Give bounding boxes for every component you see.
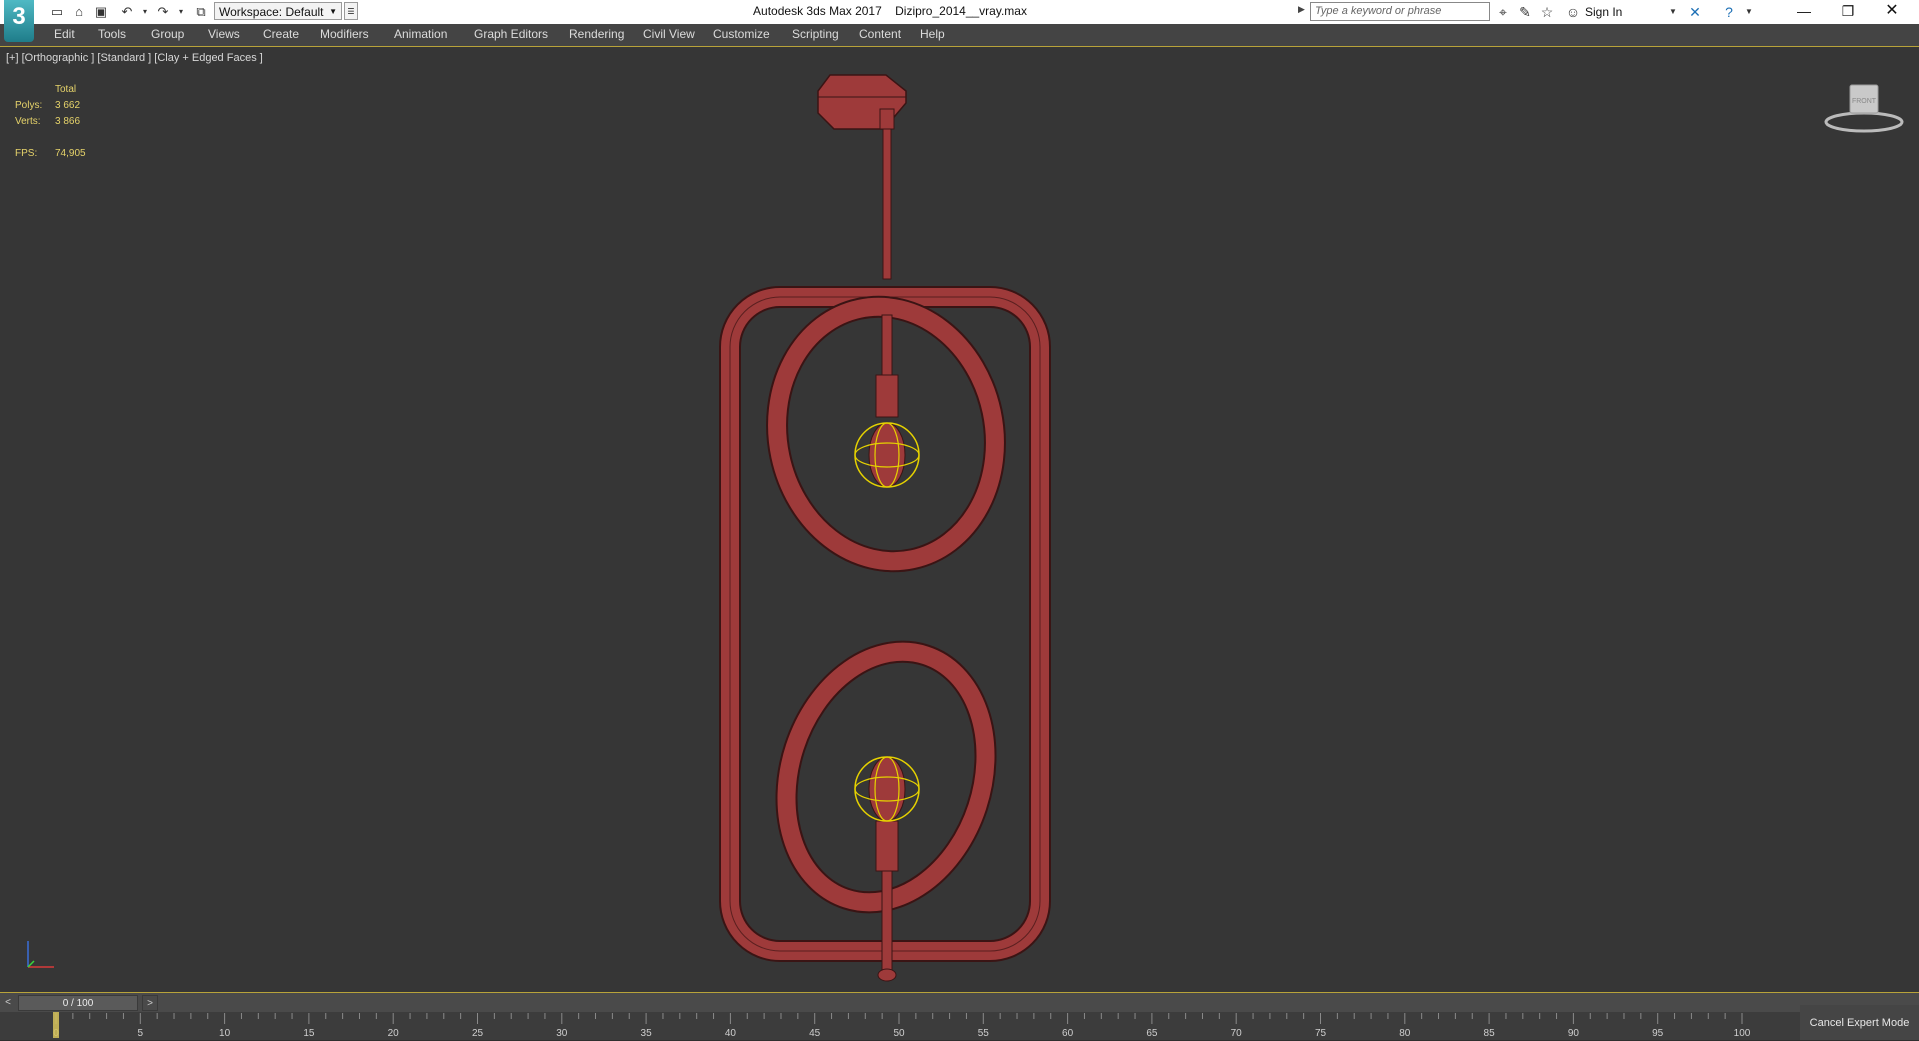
next-frame-button[interactable]: >	[142, 995, 158, 1011]
pendant-lamp-model[interactable]	[700, 57, 1080, 987]
undo-icon[interactable]: ↶	[118, 3, 136, 21]
ruler-tick-label: 15	[303, 1028, 315, 1039]
menu-civil-view[interactable]: Civil View	[643, 27, 695, 41]
quick-access-menu-button[interactable]: ☰	[344, 2, 358, 20]
suspension-rod[interactable]	[882, 128, 892, 280]
restore-icon[interactable]: ❐	[1826, 0, 1870, 24]
viewport-label-menu[interactable]: [+] [Orthographic ] [Standard ] [Clay + …	[6, 52, 263, 64]
stats-fps-label: FPS:	[15, 148, 38, 159]
app-logo-icon[interactable]: 3	[4, 0, 34, 42]
ruler-tick-label: 90	[1568, 1028, 1580, 1039]
stats-polys-value: 3 662	[55, 100, 81, 111]
stats-verts-label: Verts:	[15, 116, 41, 127]
save-icon[interactable]: ▣	[92, 3, 110, 21]
viewport-orthographic[interactable]: [+] [Orthographic ] [Standard ] [Clay + …	[0, 47, 1919, 992]
current-frame-marker[interactable]	[53, 1012, 59, 1038]
ruler-tick-label: 85	[1484, 1028, 1496, 1039]
communication-center-icon[interactable]: ✎	[1516, 3, 1534, 21]
menu-scripting[interactable]: Scripting	[792, 27, 839, 41]
menu-views[interactable]: Views	[208, 27, 240, 41]
menu-bar: Edit Tools Group Views Create Modifiers …	[0, 24, 1919, 47]
viewcube-face-label: FRONT	[1852, 98, 1877, 105]
search-input[interactable]: Type a keyword or phrase	[1310, 2, 1490, 21]
ruler-tick-label: 55	[978, 1028, 990, 1039]
stats-total-label: Total	[55, 84, 77, 95]
ruler-tick-label: 25	[472, 1028, 484, 1039]
ruler-tick-label: 20	[388, 1028, 400, 1039]
app-title: Autodesk 3ds Max 2017	[753, 4, 882, 18]
minimize-icon[interactable]: —	[1782, 0, 1826, 24]
redo-icon[interactable]: ↷	[154, 3, 172, 21]
ruler-tick-label: 70	[1231, 1028, 1243, 1039]
new-file-icon[interactable]: ▭	[48, 3, 66, 21]
menu-content[interactable]: Content	[859, 27, 901, 41]
ruler-tick-label: 45	[809, 1028, 821, 1039]
help-dropdown-icon[interactable]: ▼	[1740, 3, 1758, 21]
ruler-tick-label: 30	[556, 1028, 568, 1039]
menu-rendering[interactable]: Rendering	[569, 27, 624, 41]
menu-edit[interactable]: Edit	[54, 27, 75, 41]
time-slider[interactable]: 0 / 100	[18, 995, 138, 1011]
ruler-tick-label: 50	[893, 1028, 905, 1039]
signin-dropdown-icon[interactable]: ▼	[1664, 3, 1682, 21]
ruler-tick-label: 35	[641, 1028, 653, 1039]
undo-dropdown-icon[interactable]: ▾	[136, 3, 154, 21]
ruler-tick-label: 100	[1734, 1028, 1751, 1039]
menu-group[interactable]: Group	[151, 27, 184, 41]
ruler-tick-label: 95	[1652, 1028, 1664, 1039]
stats-polys-label: Polys:	[15, 100, 43, 111]
title-bar: 3 ▭ ⌂ ▣ ↶ ▾ ↷ ▾ ⧉ Workspace: Default ▼ ☰…	[0, 0, 1919, 42]
ruler-tick-label: 75	[1315, 1028, 1327, 1039]
user-icon[interactable]: ☺	[1564, 3, 1582, 21]
favorites-star-icon[interactable]: ☆	[1538, 3, 1556, 21]
menu-customize[interactable]: Customize	[713, 27, 770, 41]
stats-verts-value: 3 866	[55, 116, 81, 127]
ruler-tick-label: 80	[1399, 1028, 1411, 1039]
menu-help[interactable]: Help	[920, 27, 945, 41]
stats-fps-value: 74,905	[55, 148, 86, 159]
viewcube-icon[interactable]: FRONT	[1822, 77, 1906, 137]
menu-modifiers[interactable]: Modifiers	[320, 27, 369, 41]
workspace-dropdown[interactable]: Workspace: Default ▼	[214, 2, 342, 20]
file-name: Dizipro_2014__vray.max	[895, 4, 1027, 18]
redo-dropdown-icon[interactable]: ▾	[172, 3, 190, 21]
exchange-apps-icon[interactable]: ✕	[1686, 3, 1704, 21]
workspace-label: Workspace: Default	[219, 5, 324, 19]
menu-graph-editors[interactable]: Graph Editors	[474, 27, 548, 41]
menu-create[interactable]: Create	[263, 27, 299, 41]
ruler-tick-label: 10	[219, 1028, 231, 1039]
axis-tripod-icon	[27, 941, 54, 968]
cancel-expert-mode-button[interactable]: Cancel Expert Mode	[1800, 1005, 1919, 1040]
time-slider-bar: < 0 / 100 >	[0, 992, 1919, 1013]
menu-animation[interactable]: Animation	[394, 27, 447, 41]
previous-frame-button[interactable]: <	[0, 995, 16, 1011]
help-icon[interactable]: ?	[1720, 3, 1738, 21]
close-icon[interactable]: ✕	[1870, 0, 1914, 24]
lamp-geometry[interactable]	[719, 74, 1051, 982]
binoculars-icon[interactable]: ⌖	[1494, 3, 1512, 21]
chevron-down-icon: ▼	[329, 7, 337, 16]
menu-tools[interactable]: Tools	[98, 27, 126, 41]
ruler-tick-label: 60	[1062, 1028, 1074, 1039]
open-file-icon[interactable]: ⌂	[70, 3, 88, 21]
ruler-tick-label: 5	[138, 1028, 144, 1039]
track-bar[interactable]: 0510152025303540455055606570758085909510…	[0, 1012, 1800, 1040]
ruler-tick-label: 65	[1146, 1028, 1158, 1039]
sign-in-button[interactable]: Sign In	[1585, 5, 1622, 19]
search-expand-icon[interactable]: ▶	[1298, 4, 1305, 15]
ruler-tick-label: 40	[725, 1028, 737, 1039]
project-folder-icon[interactable]: ⧉	[192, 3, 210, 21]
